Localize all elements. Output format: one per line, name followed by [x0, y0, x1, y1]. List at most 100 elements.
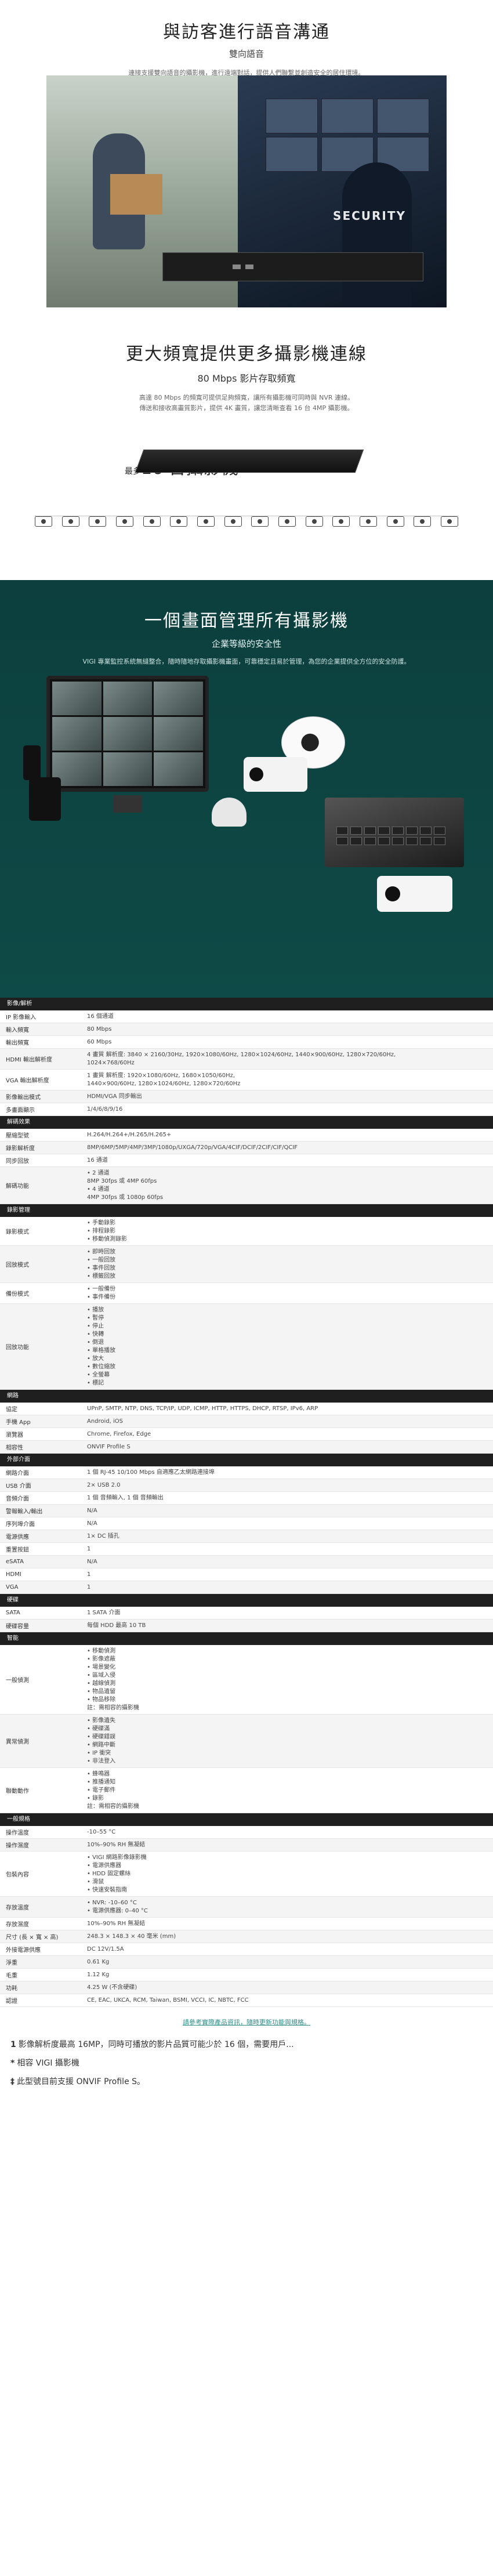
security-label: SECURITY: [333, 209, 406, 223]
spec-key: 輸入頻寬: [6, 1027, 29, 1034]
spec-key: 重置按鈕: [6, 1547, 29, 1553]
spec-row: 手機 App Android, iOS: [0, 1415, 493, 1428]
two-way-audio-subtitle: 雙向語音: [229, 49, 264, 59]
spec-key: 認證: [6, 1998, 17, 2005]
footnote-line: ‡ 此型號目前支援 ONVIF Profile S。: [0, 2072, 493, 2090]
spec-value: DC 12V/1.5A: [87, 1945, 124, 1952]
spec-row: 協定 UPnP, SMTP, NTP, DNS, TCP/IP, UDP, ICM…: [0, 1403, 493, 1415]
spec-value: 1: [87, 1545, 91, 1552]
spec-value: • VIGI 網路影像錄影機 • 電源供應器 • HDD 固定螺絲 • 滑鼠 •…: [87, 1854, 147, 1893]
spec-row: IP 影像輸入 16 個通道: [0, 1010, 493, 1023]
spec-value: 1 SATA 介面: [87, 1609, 121, 1616]
spec-group-header: 影像/解析: [0, 998, 493, 1010]
bullet-camera-image: [244, 757, 307, 792]
spec-value: • 手動錄影 • 排程錄影 • 移動偵測錄影: [87, 1219, 128, 1242]
camera-icon: [386, 516, 404, 527]
bandwidth-title: 更大頻寬提供更多攝影機連線: [126, 344, 367, 364]
spec-key: VGA 輸出解析度: [6, 1078, 49, 1084]
spec-key: 存放溫度: [6, 1905, 29, 1911]
spec-key: 協定: [6, 1407, 17, 1413]
spec-value: • 蜂鳴器 • 推播通知 • 電子郵件 • 錄影 註：需相容的攝影機: [87, 1770, 139, 1810]
spec-key: VGA: [6, 1584, 19, 1590]
spec-row: 操作溫度 -10–55 °C: [0, 1826, 493, 1839]
spec-row: 回放功能 • 播放 • 暫停 • 停止 • 快轉 • 倒退 • 單格播放 • 放大…: [0, 1304, 493, 1390]
spec-value: 8MP/6MP/5MP/4MP/3MP/1080p/UXGA/720p/VGA/…: [87, 1144, 298, 1151]
spec-value: N/A: [87, 1507, 97, 1514]
spec-value: 4 畫質 解析度: 3840 × 2160/30Hz, 1920×1080/60…: [87, 1051, 396, 1066]
management-subtitle: 企業等級的安全性: [211, 639, 281, 649]
spec-value: • 影像遺失 • 硬碟滿 • 硬碟錯誤 • 網路中斷 • IP 衝突 • 非法登…: [87, 1717, 116, 1765]
security-guard-image: [342, 162, 412, 307]
spec-row: 錄影解析度 8MP/6MP/5MP/4MP/3MP/1080p/UXGA/720p…: [0, 1142, 493, 1154]
camera-icon: [305, 516, 323, 527]
spec-row: 重置按鈕 1: [0, 1543, 493, 1556]
spec-group-header: 硬碟: [0, 1594, 493, 1607]
disclaimer-link[interactable]: 請參考實際產品資訊，隨時更新功能與規格。: [0, 2007, 493, 2035]
spec-value: 0.61 Kg: [87, 1958, 110, 1965]
spec-value: • 即時回放 • 一般回放 • 事件回放 • 標籤回放: [87, 1248, 116, 1280]
spec-value: 1.12 Kg: [87, 1971, 110, 1978]
spec-key: 包裝內容: [6, 1872, 29, 1878]
management-desc: VIGI 專業監控系統無縫整合，隨時隨地存取攝影機畫面，可靠穩定且易於管理，為您…: [82, 658, 411, 665]
spec-value: CE, EAC, UKCA, RCM, Taiwan, BSMI, VCCI, …: [87, 1997, 249, 2003]
spec-row: 瀏覽器 Chrome, Firefox, Edge: [0, 1428, 493, 1441]
footnote-mark: *: [10, 2059, 15, 2068]
camera-icon: [414, 516, 432, 527]
spec-value: • 播放 • 暫停 • 停止 • 快轉 • 倒退 • 單格播放 • 放大 • 數…: [87, 1306, 116, 1386]
spec-group-header: 一般規格: [0, 1813, 493, 1826]
footnotes: 請參考實際產品資訊，隨時更新功能與規格。 1 影像解析度最高 16MP，同時可播放…: [0, 2007, 493, 2090]
spec-key: 錄影模式: [6, 1229, 29, 1236]
spec-key: 序列埠介面: [6, 1521, 35, 1528]
phone-image: [23, 745, 41, 780]
spec-key: 異常偵測: [6, 1739, 29, 1745]
spec-key: 手機 App: [6, 1419, 31, 1426]
spec-value: ONVIF Profile S: [87, 1443, 130, 1450]
spec-value: N/A: [87, 1520, 97, 1527]
spec-row: 解碼功能 • 2 通道 8MP 30fps 或 4MP 60fps • 4 通道 …: [0, 1167, 493, 1204]
camera-icon: [440, 516, 458, 527]
two-way-audio-section: 與訪客進行語音溝通 雙向語音 連接支援雙向語音的攝影機，進行遠端對話，提供人們聯…: [0, 0, 493, 313]
camera-icon: [143, 516, 161, 527]
spec-row: USB 介面 2× USB 2.0: [0, 1479, 493, 1492]
spec-row: 功耗 4.25 W (不含硬碟): [0, 1981, 493, 1994]
spec-key: 同步回放: [6, 1158, 29, 1165]
spec-row: HDMI 輸出解析度 4 畫質 解析度: 3840 × 2160/30Hz, 19…: [0, 1049, 493, 1070]
spec-value: 2× USB 2.0: [87, 1481, 121, 1488]
nvr-device-image: [162, 252, 423, 281]
camera-icon: [224, 516, 242, 527]
spec-value: 1 個 音頻輸入, 1 個 音頻輸出: [87, 1494, 164, 1501]
spec-row: 錄影模式 • 手動錄影 • 排程錄影 • 移動偵測錄影: [0, 1217, 493, 1246]
spec-value: 248.3 × 148.3 × 40 毫米 (mm): [87, 1933, 176, 1940]
spec-key: eSATA: [6, 1559, 24, 1565]
two-way-audio-title: 與訪客進行語音溝通: [163, 22, 330, 42]
spec-key: USB 介面: [6, 1483, 31, 1490]
footnote-text: 相容 VIGI 攝影機: [17, 2059, 79, 2068]
usb-port-icon: [245, 265, 253, 269]
bandwidth-subtitle: 80 Mbps 影片存取頻寬: [197, 373, 296, 384]
spec-key: 聯動動作: [6, 1788, 29, 1795]
spec-row: 硬碟容量 每個 HDD 最高 10 TB: [0, 1619, 493, 1632]
spec-row: 網路介面 1 個 RJ-45 10/100 Mbps 自適應乙太網路連接埠: [0, 1466, 493, 1479]
monitor-wall: [266, 99, 429, 172]
spec-value: -10–55 °C: [87, 1828, 116, 1835]
spec-key: 備份模式: [6, 1291, 29, 1298]
camera-icon: [61, 516, 79, 527]
spec-group-header: 智能: [0, 1632, 493, 1645]
bandwidth-desc: 高達 80 Mbps 的頻寬可提供足夠頻寬，讓所有攝影機可同時與 NVR 連線。…: [139, 394, 354, 412]
spec-key: 外接電源供應: [6, 1947, 41, 1954]
spec-key: 警報輸入/輸出: [6, 1509, 43, 1515]
spec-key: 尺寸 (長 × 寬 × 高): [6, 1934, 59, 1941]
spec-value: • 2 通道 8MP 30fps 或 4MP 60fps • 4 通道 4MP …: [87, 1169, 164, 1201]
spec-row: 影像輸出模式 HDMI/VGA 同步輸出: [0, 1090, 493, 1103]
monitor-stand: [113, 795, 142, 813]
spec-value: Chrome, Firefox, Edge: [87, 1430, 151, 1437]
spec-key: 存放濕度: [6, 1922, 29, 1928]
spec-table: 影像/解析 IP 影像輸入 16 個通道 輸入頻寬 80 Mbps 輸出頻寬 60 Mbps…: [0, 998, 493, 2007]
spec-key: 相容性: [6, 1445, 23, 1451]
spec-row: 警報輸入/輸出 N/A: [0, 1505, 493, 1517]
spec-value: 每個 HDD 最高 10 TB: [87, 1622, 146, 1629]
spec-row: 淨重 0.61 Kg: [0, 1956, 493, 1969]
spec-value: 16 個通道: [87, 1013, 114, 1020]
spec-row: HDMI 1: [0, 1568, 493, 1581]
camera-icon: [332, 516, 350, 527]
